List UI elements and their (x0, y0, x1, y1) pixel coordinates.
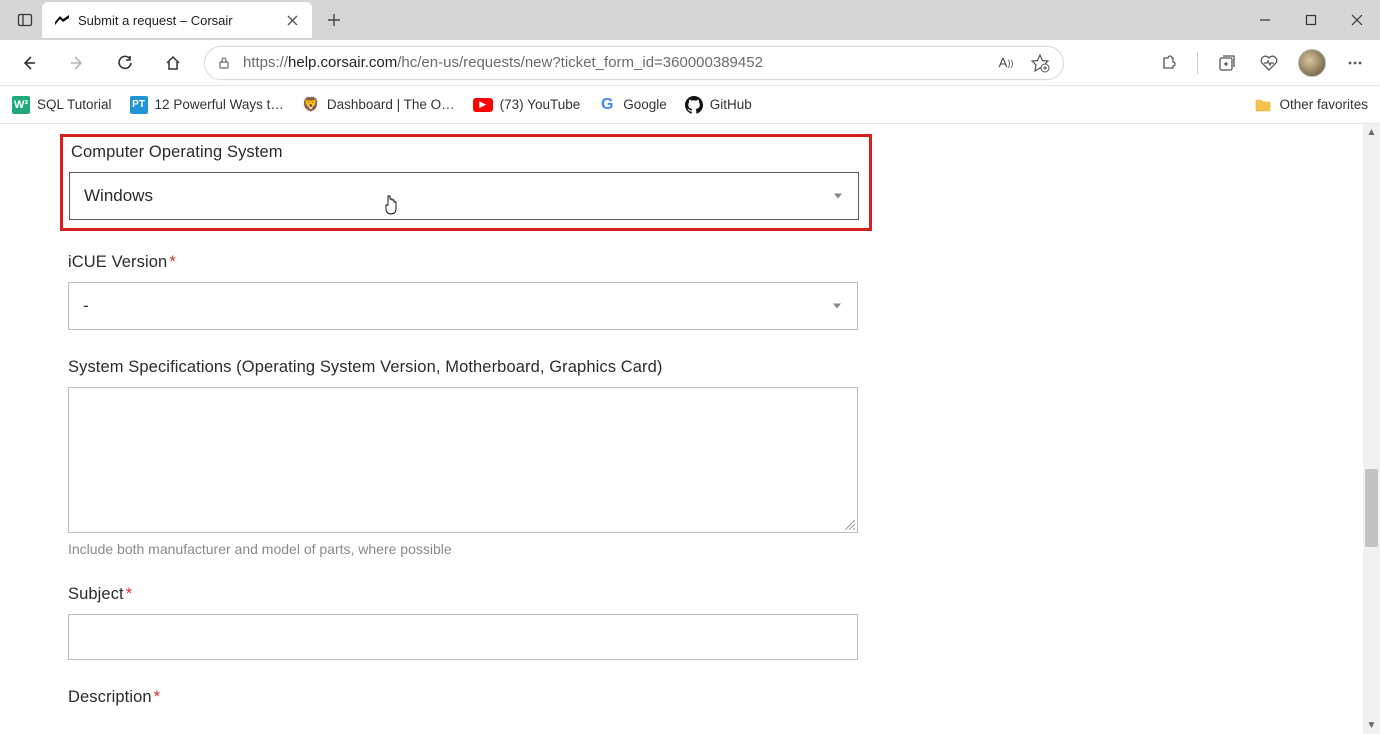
specs-label: System Specifications (Operating System … (68, 358, 880, 377)
url-prefix: https:// (243, 54, 288, 71)
icue-select[interactable]: - (68, 282, 858, 330)
youtube-icon: ▶ (473, 98, 493, 112)
settings-menu-button[interactable] (1342, 50, 1368, 76)
url-text: https://help.corsair.com/hc/en-us/reques… (243, 54, 983, 71)
bookmark-icon: PT (130, 96, 148, 114)
vertical-scrollbar[interactable]: ▲ ▼ (1363, 124, 1380, 734)
page-viewport: Computer Operating System Windows iCUE V… (0, 124, 1380, 734)
github-icon (685, 96, 703, 114)
required-star: * (154, 688, 161, 706)
specs-hint: Include both manufacturer and model of p… (68, 541, 880, 557)
highlighted-field-os: Computer Operating System Windows (60, 134, 872, 231)
bookmark-item[interactable]: 🦁 Dashboard | The O… (302, 96, 455, 114)
description-label: Description* (68, 688, 880, 707)
bookmark-icon: W³ (12, 96, 30, 114)
google-icon: G (598, 96, 616, 114)
bookmark-item[interactable]: W³ SQL Tutorial (12, 96, 112, 114)
other-favorites-label: Other favorites (1279, 97, 1368, 112)
bookmark-label: Dashboard | The O… (327, 97, 455, 112)
health-icon[interactable] (1256, 50, 1282, 76)
refresh-button[interactable] (108, 46, 142, 80)
field-specs: System Specifications (Operating System … (68, 358, 880, 557)
bookmarks-bar: W³ SQL Tutorial PT 12 Powerful Ways t… 🦁… (0, 86, 1380, 124)
request-form: Computer Operating System Windows iCUE V… (0, 124, 880, 707)
field-description: Description* (68, 688, 880, 707)
required-star: * (126, 585, 133, 603)
subject-label: Subject* (68, 585, 880, 604)
tab-active[interactable]: Submit a request – Corsair (42, 2, 312, 38)
resize-handle-icon[interactable] (845, 520, 855, 530)
tab-close-button[interactable] (284, 12, 300, 28)
bookmark-label: GitHub (710, 97, 752, 112)
icue-label-text: iCUE Version (68, 253, 167, 271)
toolbar-right (1155, 49, 1368, 77)
minimize-button[interactable] (1242, 0, 1288, 40)
subject-label-text: Subject (68, 585, 124, 603)
corsair-favicon-icon (54, 12, 70, 28)
required-star: * (169, 253, 176, 271)
read-aloud-icon[interactable]: A)) (993, 50, 1019, 76)
folder-icon (1254, 96, 1272, 114)
bookmark-label: Google (623, 97, 667, 112)
bookmark-label: (73) YouTube (500, 97, 581, 112)
scroll-up-button[interactable]: ▲ (1363, 124, 1380, 141)
window-controls (1242, 0, 1380, 40)
bookmark-item[interactable]: GitHub (685, 96, 752, 114)
address-row: https://help.corsair.com/hc/en-us/reques… (0, 40, 1380, 86)
icue-select-value: - (83, 296, 89, 316)
bookmark-item[interactable]: ▶ (73) YouTube (473, 97, 581, 112)
bookmark-item[interactable]: PT 12 Powerful Ways t… (130, 96, 284, 114)
bookmark-label: SQL Tutorial (37, 97, 112, 112)
home-button[interactable] (156, 46, 190, 80)
forward-button[interactable] (60, 46, 94, 80)
os-label: Computer Operating System (71, 143, 863, 162)
tab-title: Submit a request – Corsair (78, 13, 276, 28)
extensions-icon[interactable] (1155, 50, 1181, 76)
lock-icon[interactable] (215, 54, 233, 72)
collections-icon[interactable] (1214, 50, 1240, 76)
specs-textarea[interactable] (68, 387, 858, 533)
address-bar-actions: A)) (993, 50, 1053, 76)
window-close-button[interactable] (1334, 0, 1380, 40)
back-button[interactable] (12, 46, 46, 80)
profile-avatar[interactable] (1298, 49, 1326, 77)
bookmark-label: 12 Powerful Ways t… (155, 97, 284, 112)
other-favorites-button[interactable]: Other favorites (1254, 96, 1368, 114)
scroll-thumb[interactable] (1365, 469, 1378, 547)
os-select-value: Windows (84, 186, 153, 206)
url-host: help.corsair.com (288, 54, 397, 71)
chevron-down-icon (833, 304, 841, 309)
new-tab-button[interactable] (318, 4, 350, 36)
tab-actions-button[interactable] (8, 3, 42, 37)
maximize-button[interactable] (1288, 0, 1334, 40)
url-path: /hc/en-us/requests/new?ticket_form_id=36… (397, 54, 763, 71)
icue-label: iCUE Version* (68, 253, 880, 272)
bookmark-item[interactable]: G Google (598, 96, 667, 114)
description-label-text: Description (68, 688, 152, 706)
favorite-icon[interactable] (1027, 50, 1053, 76)
os-select[interactable]: Windows (69, 172, 859, 220)
field-icue: iCUE Version* - (68, 253, 880, 330)
field-subject: Subject* (68, 585, 880, 660)
scroll-down-button[interactable]: ▼ (1363, 717, 1380, 734)
subject-input[interactable] (68, 614, 858, 660)
tab-strip: Submit a request – Corsair (0, 0, 1380, 40)
address-bar[interactable]: https://help.corsair.com/hc/en-us/reques… (204, 46, 1064, 80)
bookmark-icon: 🦁 (302, 96, 320, 114)
chevron-down-icon (834, 194, 842, 199)
browser-chrome: Submit a request – Corsair (0, 0, 1380, 124)
toolbar-divider (1197, 52, 1198, 74)
